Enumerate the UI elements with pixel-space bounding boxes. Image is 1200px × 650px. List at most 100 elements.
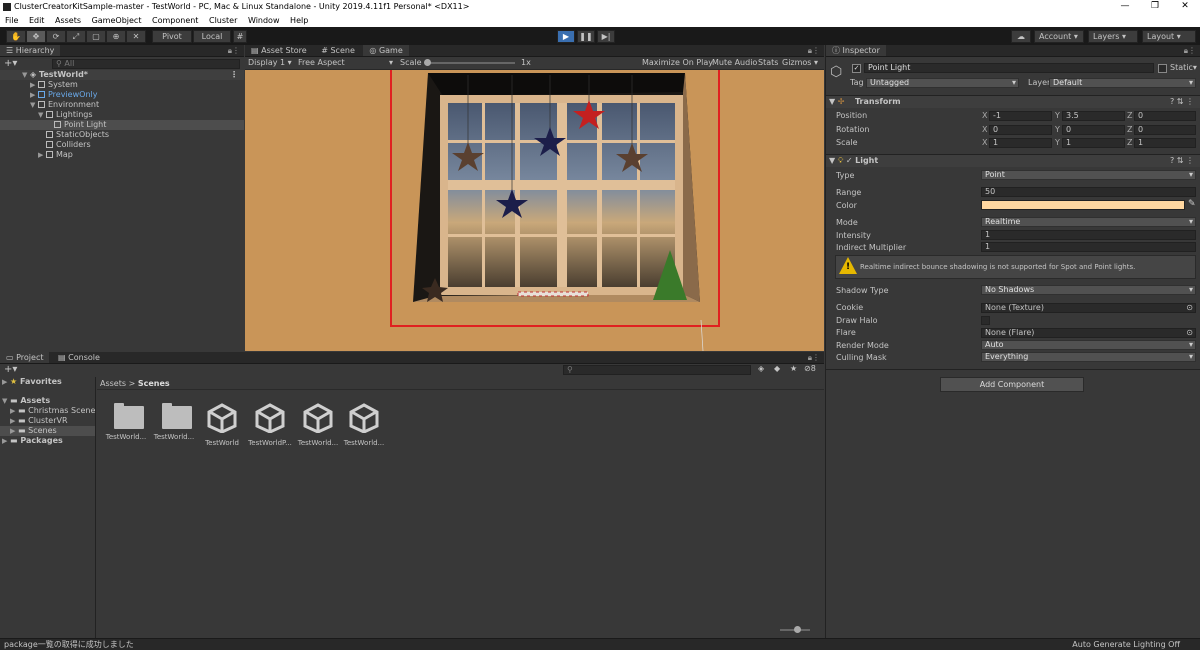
menu-assets[interactable]: Assets [55,16,81,25]
project-lock-icon[interactable]: 🔒︎⋮ [808,352,820,363]
lock-icon[interactable]: 🔒︎⋮ [228,45,240,56]
add-component-button[interactable]: Add Component [940,377,1084,392]
transform-tool-icon[interactable]: ⊕ [106,30,126,43]
scale-slider-thumb[interactable] [424,59,431,66]
object-name-field[interactable]: Point Light [864,63,1154,73]
asset-item[interactable]: TestWorld... [296,403,340,447]
intensity-field[interactable]: 1 [981,230,1196,240]
foldout-arrow-icon[interactable]: ▶ [38,150,46,160]
menu-file[interactable]: File [5,16,18,25]
asset-item[interactable]: TestWorld [200,403,244,447]
menu-edit[interactable]: Edit [29,16,45,25]
static-checkbox[interactable] [1158,64,1167,73]
maximize-button[interactable]: ❐ [1140,0,1170,14]
scale-slider-track[interactable] [425,62,515,64]
project-add-icon[interactable]: +▾ [4,364,17,375]
favorite-star-icon[interactable]: ★ [790,364,797,373]
folder-row[interactable]: ▶ ▬ ClusterVR [0,416,95,426]
hierarchy-search-input[interactable]: ⚲ All [52,59,240,69]
render-mode-dropdown[interactable]: Auto [981,340,1196,350]
breadcrumb-assets[interactable]: Assets [100,379,126,388]
tab-project[interactable]: ▭ Project [0,352,50,363]
static-dropdown[interactable]: Static▾ [1170,63,1197,73]
menu-window[interactable]: Window [248,16,280,25]
draw-halo-checkbox[interactable] [981,316,990,325]
color-swatch[interactable] [981,200,1185,210]
scale-x-field[interactable]: 1 [989,138,1052,148]
asset-item[interactable]: TestWorld... [342,403,386,447]
foldout-arrow-icon[interactable]: ▼ [38,110,46,120]
game-lock-icon[interactable]: 🔒︎⋮ [808,45,820,56]
tag-dropdown[interactable]: Untagged [866,78,1019,88]
rotation-y-field[interactable]: 0 [1062,125,1125,135]
asset-item[interactable]: TestWorldP... [248,403,292,447]
breadcrumb-scenes[interactable]: Scenes [138,379,170,388]
tab-hierarchy[interactable]: ☰ Hierarchy [0,45,61,56]
flare-field[interactable]: None (Flare) ⊙ [981,328,1196,338]
folder-row[interactable]: ▶ ▬ Christmas Scene [0,406,95,416]
maximize-on-play-toggle[interactable]: Maximize On Play [642,57,713,69]
cloud-icon[interactable]: ☁ [1011,30,1031,43]
filter-type-icon[interactable]: ◈ [758,364,764,373]
auto-lighting-status[interactable]: Auto Generate Lighting Off [1072,639,1180,650]
grid-snap-icon[interactable]: # [233,30,247,43]
icon-size-slider-thumb[interactable] [794,626,801,633]
mode-dropdown[interactable]: Realtime [981,217,1196,227]
filter-label-icon[interactable]: ◆ [774,364,780,373]
culling-mask-dropdown[interactable]: Everything [981,352,1196,362]
rotation-z-field[interactable]: 0 [1134,125,1196,135]
layer-dropdown[interactable]: Default [1049,78,1196,88]
light-enabled-checkbox[interactable]: ✓ [846,156,853,165]
assets-root-row[interactable]: ▼ ▬ Assets [0,396,95,406]
tab-game[interactable]: ◎ Game [363,45,409,56]
scale-y-field[interactable]: 1 [1062,138,1125,148]
rotate-tool-icon[interactable]: ⟳ [46,30,66,43]
layout-dropdown[interactable]: Layout ▾ [1142,30,1196,43]
tab-inspector[interactable]: ⓘ Inspector [826,45,886,56]
hierarchy-item-environment[interactable]: ▼ Environment [0,100,244,110]
hierarchy-item-point-light[interactable]: Point Light [0,120,244,130]
hierarchy-item-staticobjects[interactable]: StaticObjects [0,130,244,140]
position-x-field[interactable]: -1 [989,111,1052,121]
light-header[interactable]: ▼ 💡︎ ✓ Light ? ⇅ ⋮ [826,154,1200,167]
folder-row[interactable]: ▶ ▬ Scenes [0,426,95,436]
move-tool-icon[interactable]: ✥ [26,30,46,43]
shadow-type-dropdown[interactable]: No Shadows [981,285,1196,295]
menu-gameobject[interactable]: GameObject [92,16,142,25]
asset-item[interactable]: TestWorld... [152,403,196,441]
foldout-arrow-icon[interactable]: ▶ [30,80,38,90]
gizmos-dropdown[interactable]: Gizmos ▾ [782,57,818,69]
menu-component[interactable]: Component [152,16,198,25]
mute-audio-toggle[interactable]: Mute Audio [712,57,757,69]
hierarchy-item-system[interactable]: ▶ System [0,80,244,90]
project-search-input[interactable]: ⚲ [563,365,751,375]
pause-button[interactable]: ❚❚ [577,30,595,43]
play-button[interactable]: ▶ [557,30,575,43]
hierarchy-item-colliders[interactable]: Colliders [0,140,244,150]
aspect-dropdown[interactable]: Free Aspect ▾ [298,57,393,69]
display-dropdown[interactable]: Display 1 ▾ [248,57,292,69]
asset-item[interactable]: TestWorld... [104,403,148,441]
position-z-field[interactable]: 0 [1134,111,1196,121]
tab-console[interactable]: ▤ Console [52,352,106,363]
close-button[interactable]: ✕ [1170,0,1200,14]
local-toggle[interactable]: Local [193,30,231,43]
custom-tool-icon[interactable]: ✕ [126,30,146,43]
component-menu-icons[interactable]: ? ⇅ ⋮ [1170,96,1194,108]
hand-tool-icon[interactable]: ✋ [6,30,26,43]
foldout-arrow-icon[interactable]: ▶ [30,90,38,100]
hierarchy-item-lightings[interactable]: ▼ Lightings [0,110,244,120]
pivot-toggle[interactable]: Pivot [152,30,192,43]
active-checkbox[interactable]: ✓ [852,64,861,73]
add-plus-icon[interactable]: +▾ [4,58,17,69]
packages-row[interactable]: ▶ ▬ Packages [0,436,95,446]
range-field[interactable]: 50 [981,187,1196,197]
foldout-arrow-icon[interactable]: ▼ [30,100,38,110]
inspector-lock-icon[interactable]: 🔒︎⋮ [1184,45,1196,56]
indirect-multiplier-field[interactable]: 1 [981,242,1196,252]
account-dropdown[interactable]: Account ▾ [1034,30,1084,43]
rotation-x-field[interactable]: 0 [989,125,1052,135]
scale-tool-icon[interactable]: ⤢ [66,30,86,43]
type-dropdown[interactable]: Point [981,170,1196,180]
favorites-row[interactable]: ▶ ★ Favorites [0,377,95,387]
